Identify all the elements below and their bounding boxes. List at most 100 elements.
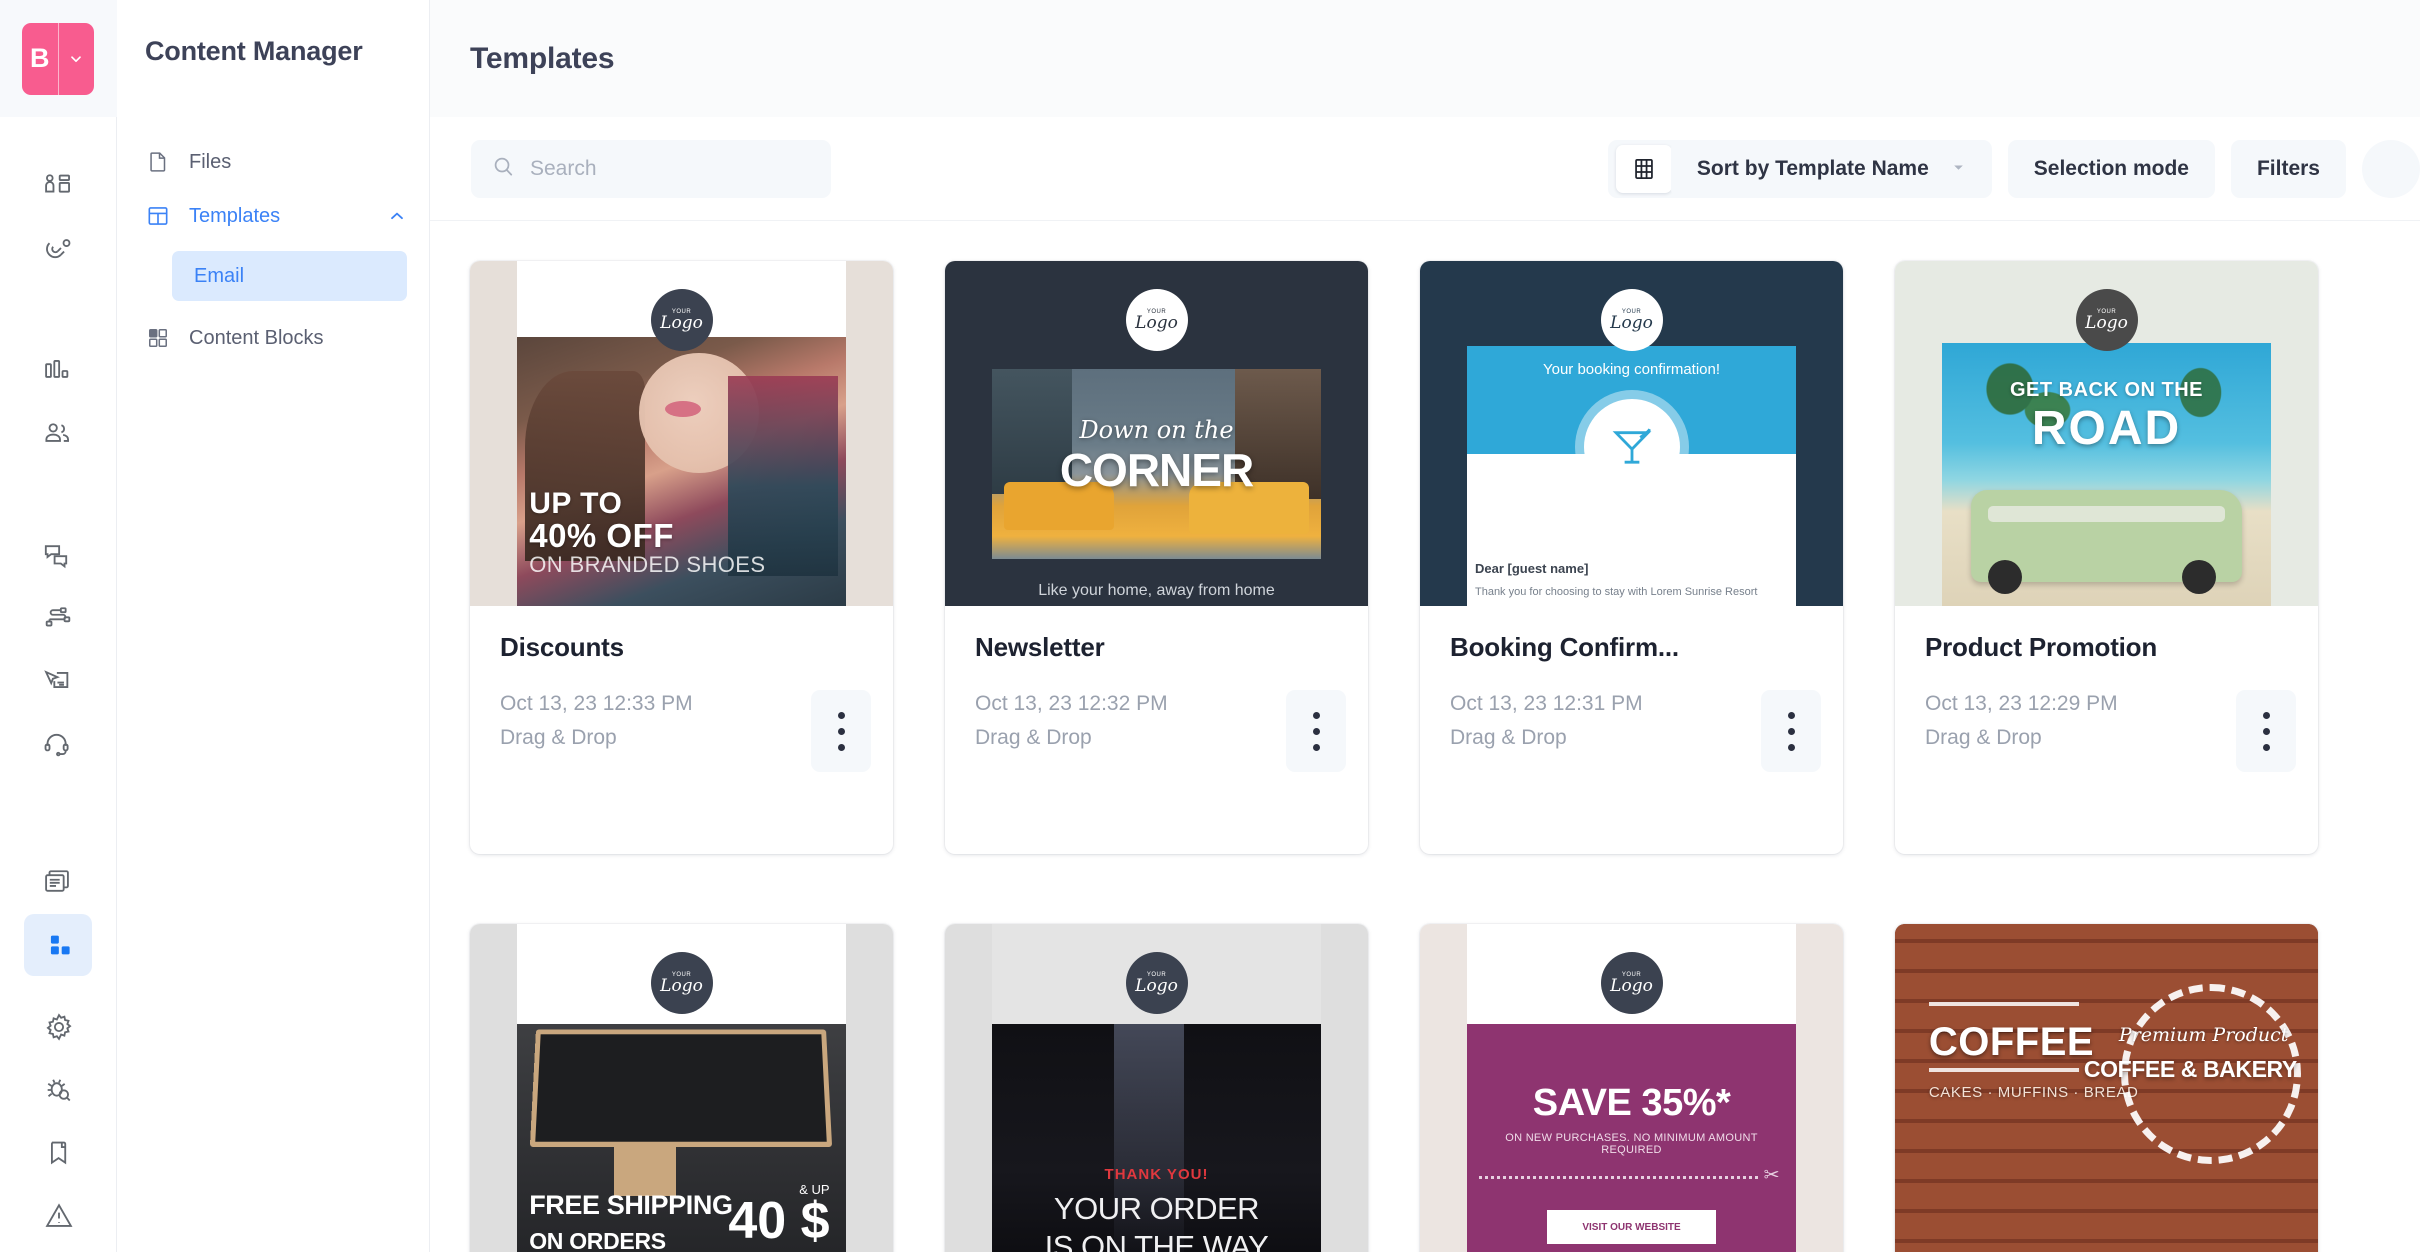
chevron-down-icon[interactable] (59, 23, 95, 95)
template-thumbnail: THANK YOU! YOUR ORDER IS ON THE WAY YOUR… (945, 924, 1368, 1252)
sidebar-subitem-email[interactable]: Email (172, 251, 407, 301)
thumb-subline: ON BRANDED SHOES (529, 552, 766, 577)
chevron-up-icon[interactable] (387, 206, 407, 226)
templates-row-1: UP TO 40% OFF ON BRANDED SHOES YOUR Logo… (470, 261, 2420, 854)
search-box[interactable] (471, 139, 831, 198)
template-card[interactable]: UP TO 40% OFF ON BRANDED SHOES YOUR Logo… (470, 261, 893, 854)
support-headset-icon[interactable] (24, 714, 92, 776)
thumb-script: Down on the (1079, 416, 1234, 444)
pages-stack-icon[interactable] (24, 851, 92, 913)
template-card[interactable]: SAVE 35%* ON NEW PURCHASES. NO MINIMUM A… (1420, 924, 1843, 1252)
template-thumbnail: Your booking confirmation! Dear [guest n… (1420, 261, 1843, 606)
template-thumbnail: SAVE 35%* ON NEW PURCHASES. NO MINIMUM A… (1420, 924, 1843, 1252)
thumb-body-line2: Thank you for choosing to stay with Lore… (1474, 586, 1758, 598)
template-options-button[interactable] (811, 690, 871, 772)
selection-mode-button[interactable]: Selection mode (2007, 139, 2215, 198)
thumb-banner-text: Your booking confirmation! (1542, 361, 1721, 378)
analytics-bar-icon[interactable] (24, 341, 92, 403)
thumbnail-logo-badge: YOUR Logo (2075, 289, 2138, 351)
thumb-badge-script: Premium Product (2118, 1024, 2289, 1046)
automation-flow-icon[interactable] (24, 588, 92, 650)
filters-button[interactable]: Filters (2230, 139, 2346, 198)
thumb-headline2: ROAD (2031, 402, 2182, 455)
search-input[interactable] (530, 156, 811, 181)
sidebar-item-templates[interactable]: Templates (117, 189, 429, 243)
blocks-icon (145, 325, 171, 351)
template-card-body: Product Promotion Oct 13, 23 12:29 PM Dr… (1895, 606, 2318, 854)
sidebar-item-content-blocks[interactable]: Content Blocks (117, 311, 429, 365)
main-content: Templates Create Template (430, 0, 2420, 1252)
layout-template-icon (145, 203, 171, 229)
page-header: Templates Create Template (430, 0, 2420, 117)
toolbar: Sort by Template Name Selection mode Fil… (430, 117, 2420, 221)
sort-dropdown-label: Sort by Template Name (1696, 156, 1929, 180)
icon-rail: B (0, 0, 117, 1252)
template-card[interactable]: THANK YOU! YOUR ORDER IS ON THE WAY YOUR… (945, 924, 1368, 1252)
thumbnail-logo-badge: YOUR Logo (1125, 289, 1188, 351)
contacts-people-icon[interactable] (24, 404, 92, 466)
thumb-headline2: ON ORDERS (529, 1228, 666, 1252)
template-date: Oct 13, 23 12:32 PM (975, 692, 1168, 715)
template-date: Oct 13, 23 12:33 PM (500, 692, 693, 715)
template-card[interactable]: COFFEE CAKES · MUFFINS · BREAD Premium P… (1895, 924, 2318, 1252)
brand-letter: B (22, 22, 59, 95)
thumbnail-logo-badge: YOUR Logo (1600, 952, 1663, 1014)
chat-messages-icon[interactable] (24, 525, 92, 587)
content-manager-title: Content Manager (145, 36, 363, 66)
thumb-button: VISIT OUR WEBSITE (1546, 1210, 1717, 1244)
more-options-button[interactable] (2362, 139, 2420, 198)
template-card[interactable]: GET BACK ON THE ROAD YOUR Logo Product P… (1895, 261, 2318, 854)
grid-view-icon[interactable] (1616, 144, 1672, 193)
thumb-headline: YOUR ORDER (1053, 1191, 1260, 1226)
cocktail-icon (1612, 428, 1651, 464)
warning-icon[interactable] (25, 1185, 93, 1247)
content-blocks-icon[interactable] (24, 914, 92, 976)
magnet-attract-icon[interactable] (24, 220, 92, 282)
chevron-down-icon (1951, 160, 1966, 178)
sidebar-item-files[interactable]: Files (117, 135, 429, 189)
template-thumbnail: Down on the CORNER Like your home, away … (945, 261, 1368, 606)
template-type: Drag & Drop (1450, 726, 1567, 750)
template-thumbnail: COFFEE CAKES · MUFFINS · BREAD Premium P… (1895, 924, 2318, 1252)
template-card-body: Booking Confirm... Oct 13, 23 12:31 PM D… (1420, 606, 1843, 854)
template-card[interactable]: Down on the CORNER Like your home, away … (945, 261, 1368, 854)
template-card-body: Newsletter Oct 13, 23 12:32 PM Drag & Dr… (945, 606, 1368, 854)
template-card[interactable]: FREE SHIPPING ON ORDERS 40 $ & UP YOUR L… (470, 924, 893, 1252)
template-thumbnail: FREE SHIPPING ON ORDERS 40 $ & UP YOUR L… (470, 924, 893, 1252)
thumbnail-logo-badge: YOUR Logo (1600, 289, 1663, 351)
thumb-amount-sup: & UP (799, 1182, 830, 1197)
thumb-headline: UP TO (529, 486, 623, 520)
templates-grid: UP TO 40% OFF ON BRANDED SHOES YOUR Logo… (430, 221, 2420, 1252)
thumb-kicker: THANK YOU! (1104, 1166, 1209, 1183)
app-root: B Content Manager Files Templates Email … (0, 0, 2420, 1252)
page-title: Templates (470, 41, 615, 75)
thumbnail-logo-badge: YOUR Logo (650, 952, 713, 1014)
template-options-button[interactable] (1761, 690, 1821, 772)
thumb-headline: SAVE 35%* (1532, 1082, 1731, 1124)
search-icon (491, 154, 516, 184)
template-card[interactable]: Your booking confirmation! Dear [guest n… (1420, 261, 1843, 854)
template-options-button[interactable] (1286, 690, 1346, 772)
audience-icon[interactable] (24, 157, 92, 219)
bookmark-icon[interactable] (25, 1122, 93, 1184)
thumbnail-art: COFFEE CAKES · MUFFINS · BREAD Premium P… (1895, 924, 2318, 1252)
content-manager-nav: Files Templates Email Content Blocks (117, 135, 429, 365)
sidebar-item-label: Files (189, 150, 232, 173)
thumb-body-line1: Dear [guest name] (1474, 561, 1589, 576)
brand-switcher[interactable]: B (22, 22, 95, 95)
thumb-headline: GET BACK ON THE (2009, 379, 2204, 401)
toolbar-right-controls: Sort by Template Name Selection mode Fil… (1670, 139, 2420, 198)
thumb-amount: 40 $ (728, 1192, 830, 1250)
template-options-button[interactable] (2236, 690, 2296, 772)
template-thumbnail: GET BACK ON THE ROAD YOUR Logo (1895, 261, 2318, 606)
template-date: Oct 13, 23 12:31 PM (1450, 692, 1643, 715)
bug-inspect-icon[interactable] (25, 1059, 93, 1121)
campaign-send-icon[interactable] (24, 651, 92, 713)
sidebar-subitem-label: Email (194, 264, 245, 287)
rail-group-utility (0, 996, 117, 1252)
sidebar-item-label: Templates (189, 204, 281, 227)
rail-group-analytics (0, 341, 116, 467)
template-card-body: Discounts Oct 13, 23 12:33 PM Drag & Dro… (470, 606, 893, 854)
gear-settings-icon[interactable] (25, 996, 93, 1058)
sort-dropdown[interactable]: Sort by Template Name (1670, 139, 1992, 198)
